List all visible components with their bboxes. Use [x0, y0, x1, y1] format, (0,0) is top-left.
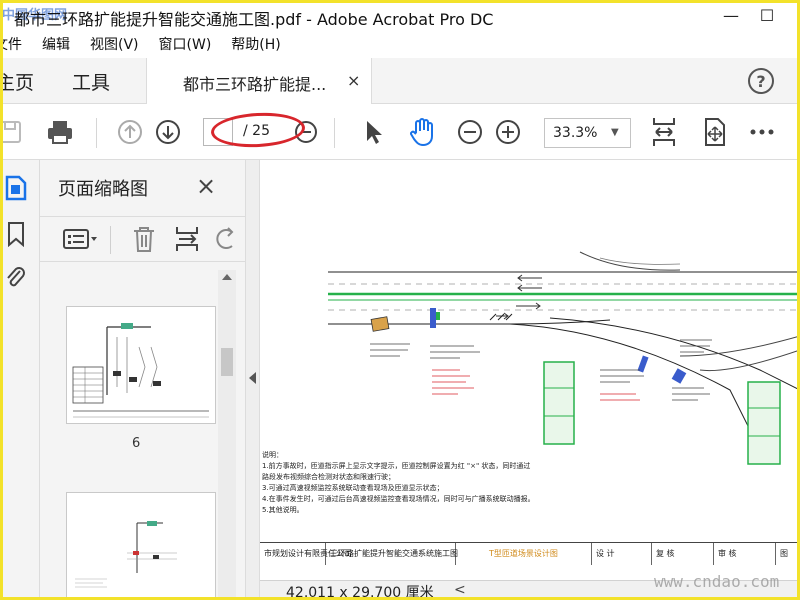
tab-bar: 主页 工具 都市三环路扩能提... × ? [0, 58, 800, 104]
fit-page-icon[interactable] [648, 116, 680, 148]
panel-title: 页面缩略图 [58, 179, 148, 200]
title-block-project: 三环路扩能提升智能交通系统施工图 [326, 542, 458, 565]
attachment-icon[interactable] [2, 264, 30, 292]
menu-file[interactable]: 文件 [0, 34, 22, 54]
thumbnail-options-icon[interactable] [62, 227, 100, 255]
tab-document-label: 都市三环路扩能提... [183, 75, 327, 94]
zoom-value: 33.3% [553, 125, 598, 141]
scroll-up-icon[interactable] [222, 274, 232, 280]
close-icon[interactable]: × [196, 172, 216, 200]
toolbar: / 25 33.3% ▼ [0, 104, 800, 160]
print-icon[interactable] [44, 116, 76, 148]
zoom-select[interactable]: 33.3% ▼ [544, 118, 631, 148]
menu-window[interactable]: 窗口(W) [159, 34, 212, 54]
title-block-fig: 图 [780, 549, 788, 558]
menu-view[interactable]: 视图(V) [90, 34, 139, 54]
title-block-drawing: T型匝道场景设计图 [456, 542, 592, 565]
rotate-icon[interactable] [216, 226, 236, 256]
title-block-review: 复 核 [652, 542, 714, 565]
page-up-icon[interactable] [114, 116, 146, 148]
zoom-out-icon[interactable] [454, 116, 486, 148]
save-icon[interactable] [0, 116, 26, 148]
collapse-left-icon[interactable] [249, 372, 256, 384]
document-view[interactable]: 说明： 1.前方事故时，匝道指示屏上显示文字提示，匝道控制屏设置为红 "×" 状… [260, 160, 800, 580]
menu-bar: 文件 编辑 视图(V) 窗口(W) 帮助(H) [0, 30, 800, 58]
thumbnail-panel: 页面缩略图 × 6 [40, 160, 245, 600]
title-block-design: 设 计 [592, 542, 652, 565]
title-block-approve: 审 核 [714, 542, 776, 565]
menu-help[interactable]: 帮助(H) [231, 34, 280, 54]
zoom-in-icon[interactable] [492, 116, 524, 148]
help-icon[interactable]: ? [748, 68, 774, 94]
drawing-notes: 说明： 1.前方事故时，匝道指示屏上显示文字提示，匝道控制屏设置为红 "×" 状… [262, 450, 562, 516]
hand-tool-icon[interactable] [406, 116, 438, 148]
note-line: 3.可通过高速视频监控系统联动查看现场及匝道显示状态； [262, 484, 444, 492]
navigation-rail [0, 160, 40, 600]
page-thumbnails-icon[interactable] [2, 174, 30, 202]
toolbar-separator [96, 118, 97, 148]
note-line: 5.其他说明。 [262, 506, 304, 514]
window-title: 都市三环路扩能提升智能交通施工图.pdf - Adobe Acrobat Pro… [14, 10, 494, 29]
page-down-icon[interactable] [152, 116, 184, 148]
toolbar-separator [334, 118, 335, 148]
more-icon[interactable] [746, 116, 778, 148]
thumbnail-page-7[interactable] [66, 492, 216, 600]
thumbnail-scrollbar[interactable] [218, 270, 236, 600]
notes-title: 说明： [262, 451, 283, 459]
panel-collapse-bar[interactable] [245, 160, 260, 600]
drawing-title-block: 市规划设计有限责任公司 三环路扩能提升智能交通系统施工图 T型匝道场景设计图 设… [260, 542, 800, 565]
title-bar: 中国华图网 都市三环路扩能提升智能交通施工图.pdf - Adobe Acrob… [0, 0, 800, 30]
maximize-button[interactable]: ☐ [744, 0, 790, 30]
note-line: 1.前方事故时，匝道指示屏上显示文字提示，匝道控制屏设置为红 "×" 状态，同时… [262, 462, 531, 470]
select-arrow-icon[interactable] [358, 116, 390, 148]
watermark-bottom-right: www.cndao.com [654, 572, 780, 591]
page-size-label: 42.011 x 29.700 厘米 [286, 585, 434, 600]
delete-icon[interactable] [132, 225, 156, 257]
thumbnail-toolbar [40, 216, 245, 262]
minimize-icon: — [723, 5, 739, 25]
bookmark-icon[interactable] [2, 220, 30, 248]
scrollbar-thumb[interactable] [221, 348, 233, 376]
menu-edit[interactable]: 编辑 [42, 34, 70, 54]
extract-page-icon[interactable] [174, 225, 200, 257]
scroll-left-icon[interactable]: < [454, 582, 466, 598]
tab-document[interactable]: 都市三环路扩能提... × [146, 58, 372, 104]
thumbnail-page-6[interactable] [66, 306, 216, 424]
tab-tools[interactable]: 工具 [72, 68, 110, 95]
tab-close-icon[interactable]: × [347, 71, 360, 90]
toolbar-separator [110, 226, 111, 254]
fullscreen-icon[interactable] [698, 116, 730, 148]
tab-home[interactable]: 主页 [0, 68, 34, 95]
maximize-icon: ☐ [759, 5, 775, 25]
note-line: 4.在事件发生时，可通过后台高速视频监控查看现场情况，同时可与广播系统联动播报。 [262, 495, 535, 503]
note-line: 路段发布视频综合检测对状态和限速行驶； [262, 473, 395, 481]
chevron-down-icon: ▼ [611, 127, 619, 138]
thumbnail-page-label: 6 [132, 436, 141, 451]
title-block-company: 市规划设计有限责任公司 [260, 542, 352, 565]
